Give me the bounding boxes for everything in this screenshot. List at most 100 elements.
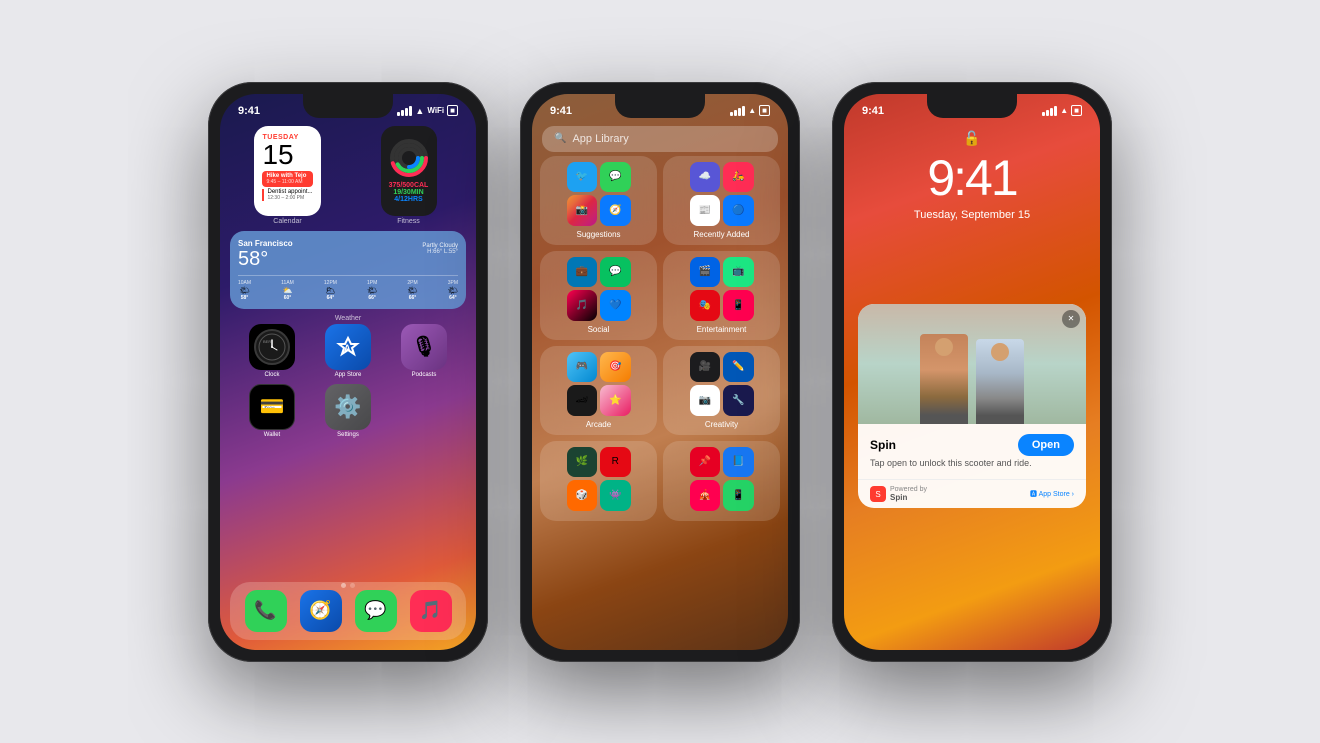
cal-label: Calendar: [273, 218, 301, 225]
search-placeholder: App Library: [572, 133, 628, 145]
phone-1-screen: 9:41 ▲ WiFi ■: [220, 94, 476, 650]
notif-powered-label: Powered by: [890, 486, 927, 493]
weather-hour-2: 12PM 🌥 64°: [324, 280, 337, 301]
wallet-app[interactable]: 💳 Wallet: [249, 384, 295, 438]
fitness-cal: 375/500CAL: [389, 182, 429, 189]
folder-entertainment-label: Entertainment: [697, 325, 747, 334]
cal-event-2-title: Dentist appoint...: [267, 189, 312, 195]
folder-misc1[interactable]: 🌿 R 🎲 👾: [540, 441, 657, 521]
cal-event-2: Dentist appoint... 12:30 – 2:00 PM: [262, 189, 312, 201]
folder-row-4: 🌿 R 🎲 👾 📌 📘 🎪 📱: [540, 441, 780, 521]
fitness-label: Fitness: [397, 218, 420, 225]
person-1: [920, 334, 968, 424]
notif-close-btn[interactable]: ✕: [1062, 310, 1080, 328]
wallet-label: Wallet: [264, 432, 280, 438]
notif-app-name: Spin: [890, 493, 927, 502]
folder-misc2[interactable]: 📌 📘 🎪 📱: [663, 441, 780, 521]
notif-appstore-link[interactable]: 🅰 App Store ›: [1030, 489, 1074, 499]
dock-safari[interactable]: 🧭: [300, 590, 342, 632]
folder-suggestions[interactable]: 🐦 💬 📸 🧭 Suggestions: [540, 156, 657, 245]
weather-desc: Partly Cloudy: [422, 243, 458, 249]
podcasts-app[interactable]: 🎙 Podcasts: [401, 324, 447, 378]
fitness-min: 19/30MIN: [389, 189, 429, 196]
folder-misc2-icons: 📌 📘 🎪 📱: [690, 447, 754, 511]
weather-label: Weather: [230, 315, 466, 322]
search-icon: 🔍: [554, 133, 566, 144]
folder-creativity[interactable]: 🎥 ✏️ 📷 🔧 Creativity: [663, 346, 780, 435]
clock-label: Clock: [264, 372, 279, 378]
cal-event-1-time: 9:45 – 11:00 AM: [266, 179, 308, 185]
appstore-label: App Store: [335, 372, 362, 378]
dock-music[interactable]: 🎵: [410, 590, 452, 632]
phone-3-background: 9:41 ▲ ■ 🔓 9:41 Tuesday, September 15: [844, 94, 1100, 650]
lock-date: Tuesday, September 15: [844, 209, 1100, 221]
dock-messages[interactable]: 💬: [355, 590, 397, 632]
folder-recently-label: Recently Added: [693, 230, 749, 239]
wallet-icon: 💳: [249, 384, 295, 430]
dock-phone[interactable]: 📞: [245, 590, 287, 632]
notif-app-row: Spin Open: [870, 434, 1074, 456]
dock: 📞 🧭 💬 🎵: [230, 582, 466, 640]
notif-footer: S Powered by Spin 🅰 App Store ›: [858, 479, 1086, 508]
cal-event-1-title: Hike with Tejo: [266, 173, 308, 179]
phone-3: 9:41 ▲ ■ 🔓 9:41 Tuesday, September 15: [832, 82, 1112, 662]
weather-city: San Francisco: [238, 239, 293, 248]
folder-arcade-label: Arcade: [586, 420, 611, 429]
notif-open-button[interactable]: Open: [1018, 434, 1074, 456]
phone-3-screen: 9:41 ▲ ■ 🔓 9:41 Tuesday, September 15: [844, 94, 1100, 650]
phone-2-background: 9:41 ▲ ■ 🔍 App Library: [532, 94, 788, 650]
weather-widget-wrap: San Francisco 58° Partly Cloudy H:66° L:…: [230, 231, 466, 322]
cal-day-number: 15: [262, 141, 312, 169]
folder-creativity-icons: 🎥 ✏️ 📷 🔧: [690, 352, 754, 416]
top-widget-row: TUESDAY 15 Hike with Tejo 9:45 – 11:00 A…: [230, 126, 466, 225]
phone-2: 9:41 ▲ ■ 🔍 App Library: [520, 82, 800, 662]
folder-misc1-icons: 🌿 R 🎲 👾: [567, 447, 631, 511]
notch-3: [927, 94, 1017, 118]
weather-widget: San Francisco 58° Partly Cloudy H:66° L:…: [230, 231, 466, 309]
folder-row-3: 🎮 🎯 🏎 ⭐ Arcade 🎥 ✏️ 📷 🔧: [540, 346, 780, 435]
appstore-icon: A: [325, 324, 371, 370]
weather-highlow: H:66° L:55°: [422, 249, 458, 255]
folder-recently-added[interactable]: ☁️ 🛵 📰 🔵 Recently Added: [663, 156, 780, 245]
status-time-3: 9:41: [862, 105, 884, 117]
folder-recently-icons: ☁️ 🛵 📰 🔵: [690, 162, 754, 226]
phone-2-screen: 9:41 ▲ ■ 🔍 App Library: [532, 94, 788, 650]
folder-social[interactable]: 💼 💬 🎵 💙 Social: [540, 251, 657, 340]
clock-icon: BER: [249, 324, 295, 370]
clock-app[interactable]: BER Clock: [249, 324, 295, 378]
status-time-1: 9:41: [238, 105, 260, 117]
folder-suggestions-label: Suggestions: [576, 230, 620, 239]
notification-card: ✕ Spin Open Tap open to unlock this scoo…: [858, 304, 1086, 509]
folder-social-label: Social: [588, 325, 610, 334]
folder-row-2: 💼 💬 🎵 💙 Social 🎬 📺 🎭 📱: [540, 251, 780, 340]
calendar-widget-wrap: TUESDAY 15 Hike with Tejo 9:45 – 11:00 A…: [230, 126, 345, 225]
settings-app[interactable]: ⚙️ Settings: [325, 384, 371, 438]
weather-hour-3: 1PM 🌤 66°: [367, 280, 377, 301]
podcasts-label: Podcasts: [412, 372, 437, 378]
lock-icon: 🔓: [963, 130, 980, 147]
phone-1: 9:41 ▲ WiFi ■: [208, 82, 488, 662]
app-library-search[interactable]: 🔍 App Library: [542, 126, 778, 152]
notif-app-icon: S: [870, 486, 886, 502]
status-icons-1: ▲ WiFi ■: [397, 105, 458, 116]
weather-forecast: 10AM 🌤 58° 11AM ⛅ 60° 12PM: [238, 275, 458, 301]
spacer: [401, 384, 447, 438]
notif-desc: Tap open to unlock this scooter and ride…: [870, 458, 1074, 470]
fitness-widget: 375/500CAL 19/30MIN 4/12HRS: [381, 126, 437, 216]
notif-title: Spin: [870, 438, 896, 452]
apps-row-2: 💳 Wallet ⚙️ Settings: [230, 384, 466, 438]
app-grid: 🐦 💬 📸 🧭 Suggestions ☁️ 🛵 📰 🔵: [540, 156, 780, 640]
clock-face: BER: [254, 329, 290, 365]
weather-hour-5: 3PM 🌤 64°: [448, 280, 458, 301]
fitness-widget-wrap: 375/500CAL 19/30MIN 4/12HRS Fitness: [351, 126, 466, 225]
lock-time: 9:41: [844, 149, 1100, 207]
appstore-app[interactable]: A App Store: [325, 324, 371, 378]
calendar-widget: TUESDAY 15 Hike with Tejo 9:45 – 11:00 A…: [254, 126, 320, 216]
folder-arcade[interactable]: 🎮 🎯 🏎 ⭐ Arcade: [540, 346, 657, 435]
status-time-2: 9:41: [550, 105, 572, 117]
notch-1: [303, 94, 393, 118]
fitness-stats: 375/500CAL 19/30MIN 4/12HRS: [389, 182, 429, 203]
weather-hour-4: 2PM 🌤 66°: [407, 280, 417, 301]
folder-entertainment[interactable]: 🎬 📺 🎭 📱 Entertainment: [663, 251, 780, 340]
fitness-ring: [389, 138, 429, 178]
